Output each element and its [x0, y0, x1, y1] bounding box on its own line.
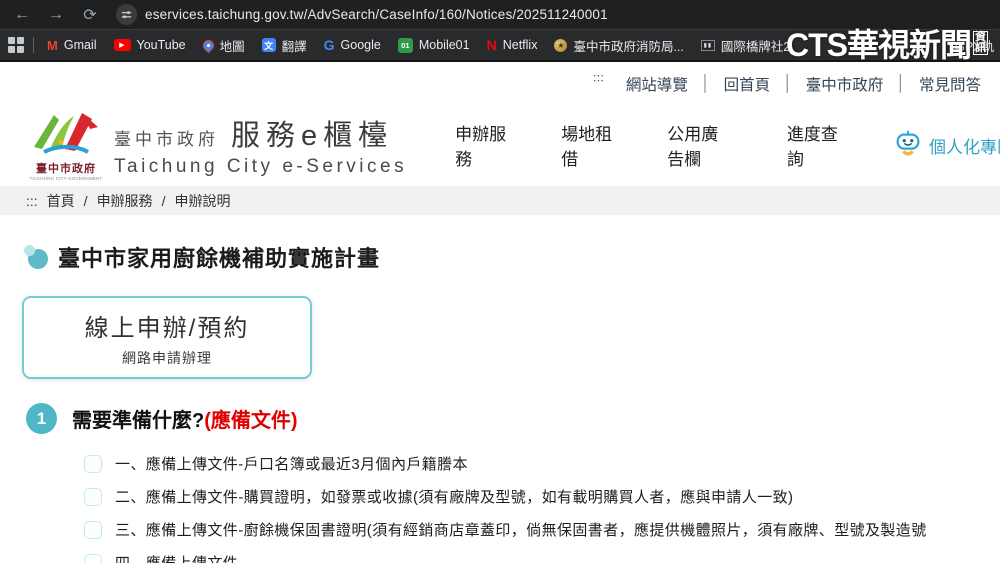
netflix-icon: N: [486, 37, 497, 53]
youtube-icon: ▶: [113, 39, 131, 51]
bookmarks-divider: [33, 37, 34, 53]
apps-grid-icon[interactable]: [8, 37, 24, 53]
list-item: 三、應備上傳文件-廚餘機保固書證明(須有經銷商店章蓋印，倘無保固書者，應提供機體…: [84, 519, 927, 540]
nav-venue-rental[interactable]: 場地租借: [561, 120, 615, 170]
bookmark-bridge-club[interactable]: ▮▮ 國際橋牌社2: [697, 34, 794, 57]
watermark-text: CTS華視新聞: [786, 27, 972, 63]
breadcrumb-marker: :::: [26, 192, 38, 209]
list-item: 二、應備上傳文件-購買證明，如發票或收據(須有廠牌及型號，如有載明購買人者，應與…: [84, 486, 927, 507]
breadcrumb-separator: /: [83, 192, 88, 209]
section-number-badge: 1: [26, 403, 57, 434]
url-text: eservices.taichung.gov.tw/AdvSearch/Case…: [145, 7, 608, 22]
bookmark-maps[interactable]: 地圖: [199, 34, 249, 57]
nav-public-board[interactable]: 公用廣告欄: [667, 120, 735, 170]
page-title-icon: [24, 245, 48, 269]
bridge-club-icon: ▮▮: [700, 39, 715, 51]
mobile01-icon: 01: [397, 37, 413, 53]
page-title: 臺中市家用廚餘機補助實施計畫: [58, 246, 381, 271]
logo-gov-name: 臺中市政府: [114, 130, 219, 149]
bookmark-label: 國際橋牌社2: [720, 39, 791, 54]
required-documents-list: 一、應備上傳文件-戶口名簿或最近3月個內戶籍謄本 二、應備上傳文件-購買證明，如…: [84, 453, 927, 563]
checkbox[interactable]: [84, 520, 102, 539]
list-item: 四、應備上傳文件-: [84, 552, 927, 563]
gmail-icon: M: [47, 37, 58, 53]
bookmark-label: Gmail: [63, 38, 97, 52]
bookmark-label: 翻譯: [281, 39, 307, 54]
utility-separator: │: [700, 74, 711, 92]
back-icon[interactable]: ←: [12, 6, 32, 24]
bookmark-youtube[interactable]: ▶ YouTube: [110, 36, 190, 54]
bookmark-gmail[interactable]: M Gmail: [43, 36, 101, 55]
watermark-suffix: 資訊: [973, 31, 989, 55]
list-item-text: 二、應備上傳文件-購買證明，如發票或收據(須有廠牌及型號，如有載明購買人者，應與…: [115, 489, 794, 506]
maps-pin-icon: [200, 37, 216, 53]
list-item-text: 四、應備上傳文件-: [115, 552, 244, 563]
site-logo[interactable]: 臺中市政府 TAICHUNG CITY GOVERNMENT 臺中市政府 服務e…: [28, 109, 407, 181]
breadcrumb-separator: /: [161, 192, 166, 209]
bookmark-google[interactable]: G Google: [320, 35, 385, 55]
nav-progress-inquiry[interactable]: 進度查詢: [787, 120, 841, 170]
google-icon: G: [323, 37, 335, 53]
checkbox[interactable]: [84, 454, 102, 473]
bookmark-label: Google: [340, 38, 381, 52]
online-apply-button[interactable]: 線上申辦/預約 網路申請辦理: [22, 296, 312, 379]
utility-link-sitemap[interactable]: 網站導覽: [613, 73, 701, 95]
page-content: 臺中市家用廚餘機補助實施計畫 線上申辦/預約 網路申請辦理 1 需要準備什麼?(…: [0, 215, 1000, 563]
bookmark-label: 臺中市政府消防局...: [573, 39, 684, 54]
utility-separator: │: [896, 74, 906, 92]
utility-link-home[interactable]: 回首頁: [711, 73, 784, 95]
logo-service-name: 服務e櫃檯: [231, 120, 394, 152]
site-settings-icon[interactable]: [116, 4, 137, 25]
nav-personal-zone[interactable]: 個人化專區: [893, 128, 1000, 163]
site-utility-nav: ⋯ ⋯ 網站導覽 │ 回首頁 │ 臺中市政府 │ 常見問答: [0, 62, 1000, 105]
apply-button-sublabel: 網路申請辦理: [122, 349, 212, 366]
nav-apply-services[interactable]: 申辦服務: [455, 120, 509, 170]
accessibility-marker: ⋯ ⋯: [592, 69, 605, 87]
apply-button-label: 線上申辦/預約: [84, 314, 250, 342]
bookmark-label: Mobile01: [418, 38, 470, 52]
checkbox[interactable]: [84, 553, 102, 563]
bookmark-label: 地圖: [219, 39, 245, 54]
translate-icon: 文: [261, 38, 276, 52]
list-item-text: 一、應備上傳文件-戶口名簿或最近3月個內戶籍謄本: [115, 456, 468, 473]
breadcrumb-apply-services[interactable]: 申辦服務: [97, 191, 153, 211]
site-header: 臺中市政府 TAICHUNG CITY GOVERNMENT 臺中市政府 服務e…: [0, 105, 1000, 185]
fire-department-badge-icon: ★: [554, 38, 568, 52]
section-question: 需要準備什麼?: [72, 410, 205, 432]
utility-link-faq[interactable]: 常見問答: [906, 73, 994, 95]
city-gov-emblem-icon: 臺中市政府 TAICHUNG CITY GOVERNMENT: [28, 109, 104, 181]
utility-link-city-gov[interactable]: 臺中市政府: [793, 73, 897, 95]
emblem-label-zh: 臺中市政府: [36, 163, 96, 175]
checkbox[interactable]: [84, 487, 102, 506]
main-nav: 申辦服務 場地租借 公用廣告欄 進度查詢 個人化專區: [455, 120, 1000, 170]
logo-english-name: Taichung City e-Services: [114, 156, 408, 177]
bookmark-translate[interactable]: 文 翻譯: [258, 34, 311, 57]
breadcrumb-current-page: 申辦說明: [174, 192, 231, 209]
bookmark-fire-department[interactable]: ★ 臺中市政府消防局...: [550, 34, 687, 57]
bookmark-mobile01[interactable]: 01 Mobile01: [394, 36, 474, 55]
bookmark-label: Netflix: [502, 38, 538, 52]
chatbot-robot-icon: [893, 128, 923, 163]
cts-news-watermark: CTS華視新聞 資訊: [786, 20, 989, 66]
breadcrumb: ::: 首頁 / 申辦服務 / 申辦說明: [0, 186, 1000, 215]
bookmark-netflix[interactable]: N Netflix: [483, 35, 542, 55]
site-logotype: 臺中市政府 服務e櫃檯 Taichung City e-Services: [114, 112, 407, 178]
emblem-label-en: TAICHUNG CITY GOVERNMENT: [29, 176, 103, 181]
reload-icon[interactable]: ⟳: [80, 5, 100, 25]
list-item: 一、應備上傳文件-戶口名簿或最近3月個內戶籍謄本: [84, 453, 927, 474]
list-item-text: 三、應備上傳文件-廚餘機保固書證明(須有經銷商店章蓋印，倘無保固書者，應提供機體…: [115, 522, 927, 539]
section-highlight: (應備文件): [204, 410, 298, 432]
utility-separator: │: [783, 74, 793, 92]
breadcrumb-home[interactable]: 首頁: [47, 191, 75, 211]
bookmark-label: YouTube: [136, 38, 186, 52]
personal-zone-label: 個人化專區: [929, 137, 1000, 157]
forward-icon[interactable]: →: [46, 6, 66, 24]
